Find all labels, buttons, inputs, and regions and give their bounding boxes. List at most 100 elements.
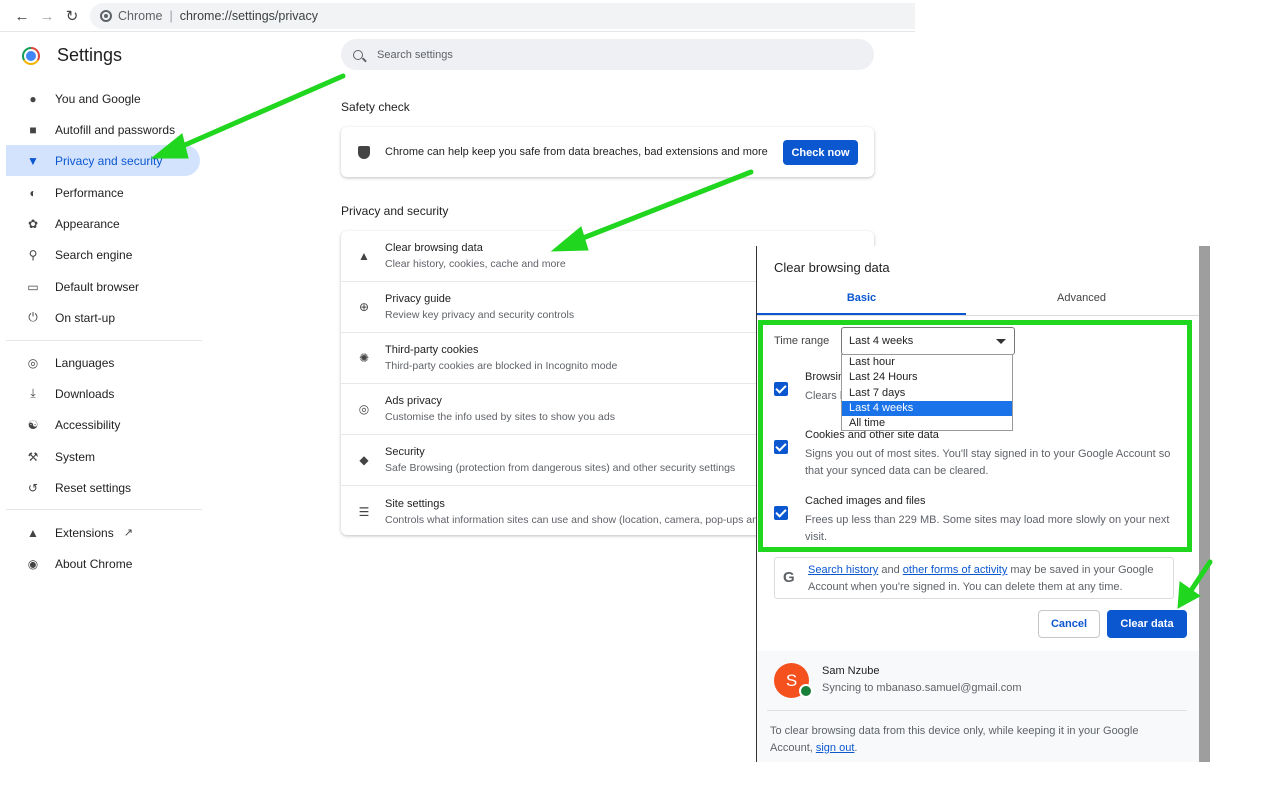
- accessibility-icon: ☯: [27, 417, 39, 432]
- row-desc: Customise the info used by sites to show…: [385, 411, 615, 423]
- other-activity-link[interactable]: other forms of activity: [903, 564, 1008, 576]
- safety-check-heading: Safety check: [341, 100, 410, 114]
- sidebar-item-on-startup[interactable]: ⏻ On start-up: [6, 302, 200, 333]
- site-label: Chrome: [118, 9, 163, 23]
- row-desc: Review key privacy and security controls: [385, 309, 575, 321]
- sign-out-link[interactable]: sign out: [816, 742, 855, 754]
- time-range-value: Last 4 weeks: [849, 335, 914, 347]
- time-range-select[interactable]: Last 4 weeks: [841, 327, 1015, 355]
- sidebar-item-languages[interactable]: ◎ Languages: [6, 347, 200, 378]
- item-desc: Signs you out of most sites. You'll stay…: [805, 448, 1171, 477]
- tab-basic[interactable]: Basic: [757, 292, 966, 304]
- sync-icon: [799, 684, 813, 698]
- cookies-checkbox[interactable]: [774, 440, 788, 454]
- compass-icon: ⊕: [358, 300, 370, 314]
- person-icon: ●: [29, 91, 37, 106]
- address-bar[interactable]: Chrome | chrome://settings/privacy: [90, 3, 915, 29]
- signout-note: To clear browsing data from this device …: [770, 723, 1180, 757]
- external-link-icon: ↗: [123, 527, 133, 539]
- account-section: S Sam Nzube Syncing to mbanaso.samuel@gm…: [757, 651, 1199, 762]
- url-text: chrome://settings/privacy: [179, 9, 318, 23]
- sidebar-item-privacy[interactable]: ▼ Privacy and security: [6, 145, 200, 176]
- row-title: Security: [385, 446, 425, 458]
- option-last-hour[interactable]: Last hour: [842, 355, 1012, 370]
- row-title: Clear browsing data: [385, 242, 483, 254]
- google-activity-note: G Search history and other forms of acti…: [774, 557, 1174, 599]
- check-now-button[interactable]: Check now: [783, 140, 858, 165]
- item-title: Cached images and files: [805, 495, 926, 507]
- sidebar-item-reset[interactable]: ↺ Reset settings: [6, 472, 200, 503]
- option-last-24-hours[interactable]: Last 24 Hours: [842, 370, 1012, 385]
- arrow-to-clear-data-shaft: [575, 169, 754, 243]
- sidebar-item-system[interactable]: ⚒ System: [6, 441, 200, 472]
- option-last-7-days[interactable]: Last 7 days: [842, 386, 1012, 401]
- row-title: Site settings: [385, 497, 445, 510]
- sidebar-divider: [6, 509, 202, 510]
- wrench-icon: ⚒: [27, 449, 39, 464]
- security-shield-icon: ◆: [359, 453, 369, 467]
- globe-icon: ◎: [27, 355, 39, 370]
- reload-icon[interactable]: ↻: [62, 6, 82, 26]
- omnibox-separator: |: [169, 9, 173, 23]
- puzzle-icon: ▲: [27, 525, 39, 540]
- cancel-button[interactable]: Cancel: [1038, 610, 1100, 638]
- browser-toolbar: ← → ↻ Chrome | chrome://settings/privacy: [0, 0, 915, 32]
- sidebar-item-label: System: [55, 449, 96, 464]
- dialog-title: Clear browsing data: [774, 260, 890, 275]
- chrome-logo-icon: [22, 46, 40, 65]
- sidebar-item-appearance[interactable]: ✿ Appearance: [6, 208, 200, 239]
- privacy-heading: Privacy and security: [341, 204, 449, 218]
- option-last-4-weeks[interactable]: Last 4 weeks: [842, 400, 1012, 417]
- browsing-history-checkbox[interactable]: [774, 382, 788, 396]
- sidebar-divider: [6, 340, 202, 341]
- sidebar-item-accessibility[interactable]: ☯ Accessibility: [6, 409, 200, 440]
- sidebar-item-search-engine[interactable]: ⚲ Search engine: [6, 239, 200, 270]
- google-note-text: Search history and other forms of activi…: [808, 562, 1173, 596]
- sidebar-item-about-chrome[interactable]: ◉ About Chrome: [6, 548, 200, 579]
- gauge-icon: ◐: [29, 185, 37, 200]
- page-title: Settings: [57, 45, 123, 65]
- cached-images-checkbox[interactable]: [774, 506, 788, 520]
- time-range-label: Time range: [774, 335, 830, 347]
- sidebar-item-label: Default browser: [55, 279, 140, 294]
- ads-icon: ◎: [358, 402, 370, 416]
- sidebar-item-performance[interactable]: ◐ Performance: [6, 177, 200, 208]
- safety-check-text: Chrome can help keep you safe from data …: [385, 146, 768, 158]
- dialog-scrollbar[interactable]: [1199, 246, 1210, 762]
- safety-check-card: Chrome can help keep you safe from data …: [341, 127, 874, 177]
- sidebar-item-label: Autofill and passwords: [55, 122, 176, 137]
- sidebar-item-label: Extensions: [55, 525, 114, 540]
- power-icon: ⏻: [28, 310, 38, 324]
- sidebar-item-label: Privacy and security: [55, 153, 163, 168]
- row-desc: Controls what information sites can use …: [385, 513, 773, 526]
- chrome-site-icon: [100, 10, 112, 22]
- sidebar-item-autofill[interactable]: ■ Autofill and passwords: [6, 114, 200, 145]
- sidebar-item-label: Appearance: [55, 216, 120, 231]
- tab-advanced[interactable]: Advanced: [977, 292, 1186, 304]
- sidebar-item-downloads[interactable]: ⤓ Downloads: [6, 378, 200, 409]
- sidebar-item-default-browser[interactable]: ▭ Default browser: [6, 271, 200, 302]
- history-icon: ↺: [27, 480, 39, 495]
- sidebar-item-you-and-google[interactable]: ● You and Google: [6, 83, 200, 114]
- forward-arrow-icon[interactable]: →: [37, 6, 57, 26]
- clear-data-button[interactable]: Clear data: [1107, 610, 1187, 638]
- clipboard-icon: ■: [29, 122, 37, 137]
- search-input[interactable]: Search settings: [341, 39, 874, 70]
- sidebar-item-extensions[interactable]: ▲ Extensions ↗: [6, 517, 200, 548]
- row-desc: Third-party cookies are blocked in Incog…: [385, 360, 618, 372]
- sidebar-item-label: Accessibility: [55, 417, 121, 432]
- tab-divider: [757, 315, 1199, 316]
- account-sync-email: Syncing to mbanaso.samuel@gmail.com: [822, 682, 1022, 694]
- row-desc: Safe Browsing (protection from dangerous…: [385, 462, 736, 474]
- chevron-down-icon: [996, 339, 1006, 344]
- trash-icon: ▲: [358, 249, 370, 263]
- back-arrow-icon[interactable]: ←: [12, 6, 32, 26]
- option-all-time[interactable]: All time: [842, 416, 1012, 431]
- account-name: Sam Nzube: [822, 665, 880, 677]
- search-icon: ⚲: [28, 247, 38, 262]
- sidebar-item-label: You and Google: [55, 91, 141, 106]
- search-history-link[interactable]: Search history: [808, 564, 878, 576]
- cookie-icon: ✺: [358, 351, 370, 365]
- shield-check-icon: [358, 145, 370, 159]
- clear-browsing-data-dialog: Clear browsing data Basic Advanced Time …: [756, 246, 1199, 762]
